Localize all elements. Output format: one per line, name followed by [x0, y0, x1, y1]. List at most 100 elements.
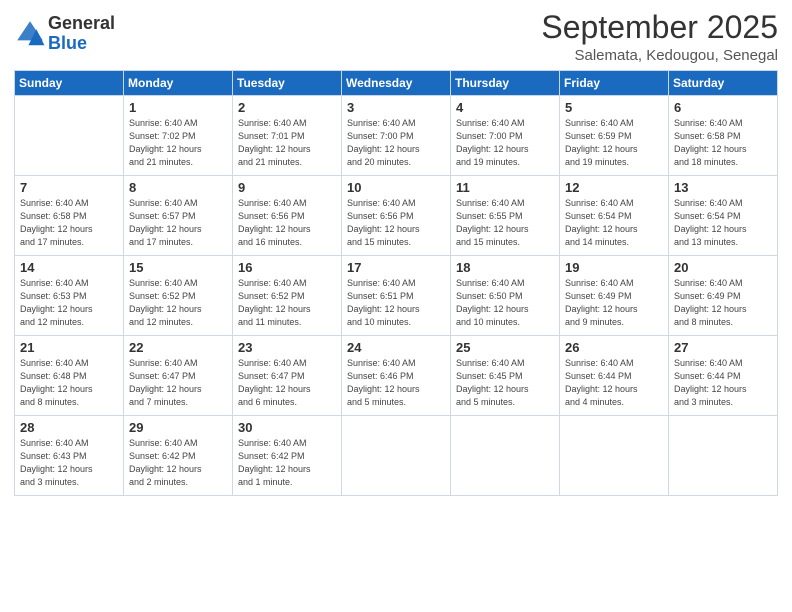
weekday-header-row: Sunday Monday Tuesday Wednesday Thursday…	[15, 71, 778, 96]
logo-text: General Blue	[48, 14, 115, 54]
day-info: Sunrise: 6:40 AM Sunset: 6:52 PM Dayligh…	[129, 277, 227, 329]
table-row: 25 Sunrise: 6:40 AM Sunset: 6:45 PM Dayli…	[451, 336, 560, 416]
table-row: 1Sunrise: 6:40 AM Sunset: 7:02 PM Daylig…	[124, 96, 233, 176]
day-number: 23	[238, 340, 336, 355]
day-info: Sunrise: 6:40 AM Sunset: 6:47 PM Dayligh…	[238, 357, 336, 409]
day-number: 12	[565, 180, 663, 195]
header: General Blue September 2025 Salemata, Ke…	[14, 10, 778, 64]
day-number: 4	[456, 100, 554, 115]
table-row	[669, 416, 778, 496]
day-number: 2	[238, 100, 336, 115]
day-info: Sunrise: 6:40 AM Sunset: 7:02 PM Dayligh…	[129, 117, 227, 169]
calendar-table: Sunday Monday Tuesday Wednesday Thursday…	[14, 70, 778, 496]
day-info: Sunrise: 6:40 AM Sunset: 6:49 PM Dayligh…	[674, 277, 772, 329]
logo: General Blue	[14, 14, 115, 54]
calendar-week-row: 28 Sunrise: 6:40 AM Sunset: 6:43 PM Dayli…	[15, 416, 778, 496]
calendar-week-row: 21 Sunrise: 6:40 AM Sunset: 6:48 PM Dayli…	[15, 336, 778, 416]
calendar-week-row: 7 Sunrise: 6:40 AM Sunset: 6:58 PM Daylig…	[15, 176, 778, 256]
day-info: Sunrise: 6:40 AM Sunset: 6:43 PM Dayligh…	[20, 437, 118, 489]
table-row: 24Sunrise: 6:40 AM Sunset: 6:46 PM Dayli…	[342, 336, 451, 416]
day-info: Sunrise: 6:40 AM Sunset: 6:53 PM Dayligh…	[20, 277, 118, 329]
day-info: Sunrise: 6:40 AM Sunset: 6:49 PM Dayligh…	[565, 277, 663, 329]
table-row	[342, 416, 451, 496]
table-row: 19 Sunrise: 6:40 AM Sunset: 6:49 PM Dayli…	[560, 256, 669, 336]
day-number: 3	[347, 100, 445, 115]
day-info: Sunrise: 6:40 AM Sunset: 6:58 PM Dayligh…	[20, 197, 118, 249]
day-number: 15	[129, 260, 227, 275]
day-number: 29	[129, 420, 227, 435]
day-number: 7	[20, 180, 118, 195]
table-row: 20 Sunrise: 6:40 AM Sunset: 6:49 PM Dayli…	[669, 256, 778, 336]
day-info: Sunrise: 6:40 AM Sunset: 6:56 PM Dayligh…	[238, 197, 336, 249]
table-row	[15, 96, 124, 176]
day-info: Sunrise: 6:40 AM Sunset: 6:45 PM Dayligh…	[456, 357, 554, 409]
day-number: 30	[238, 420, 336, 435]
table-row: 13 Sunrise: 6:40 AM Sunset: 6:54 PM Dayli…	[669, 176, 778, 256]
day-info: Sunrise: 6:40 AM Sunset: 6:48 PM Dayligh…	[20, 357, 118, 409]
table-row: 11 Sunrise: 6:40 AM Sunset: 6:55 PM Dayli…	[451, 176, 560, 256]
day-info: Sunrise: 6:40 AM Sunset: 6:51 PM Dayligh…	[347, 277, 445, 329]
day-info: Sunrise: 6:40 AM Sunset: 6:54 PM Dayligh…	[674, 197, 772, 249]
day-number: 26	[565, 340, 663, 355]
day-number: 5	[565, 100, 663, 115]
day-number: 11	[456, 180, 554, 195]
day-info: Sunrise: 6:40 AM Sunset: 6:58 PM Dayligh…	[674, 117, 772, 169]
table-row: 26 Sunrise: 6:40 AM Sunset: 6:44 PM Dayli…	[560, 336, 669, 416]
day-number: 18	[456, 260, 554, 275]
logo-general: General	[48, 14, 115, 34]
location-title: Salemata, Kedougou, Senegal	[541, 47, 778, 64]
day-number: 28	[20, 420, 118, 435]
table-row: 5 Sunrise: 6:40 AM Sunset: 6:59 PM Daylig…	[560, 96, 669, 176]
day-number: 22	[129, 340, 227, 355]
day-number: 20	[674, 260, 772, 275]
day-info: Sunrise: 6:40 AM Sunset: 6:52 PM Dayligh…	[238, 277, 336, 329]
day-info: Sunrise: 6:40 AM Sunset: 6:44 PM Dayligh…	[565, 357, 663, 409]
day-number: 21	[20, 340, 118, 355]
table-row: 6Sunrise: 6:40 AM Sunset: 6:58 PM Daylig…	[669, 96, 778, 176]
day-number: 17	[347, 260, 445, 275]
header-friday: Friday	[560, 71, 669, 96]
logo-icon	[14, 18, 46, 50]
day-info: Sunrise: 6:40 AM Sunset: 6:47 PM Dayligh…	[129, 357, 227, 409]
table-row: 16 Sunrise: 6:40 AM Sunset: 6:52 PM Dayli…	[233, 256, 342, 336]
table-row: 14 Sunrise: 6:40 AM Sunset: 6:53 PM Dayli…	[15, 256, 124, 336]
day-number: 25	[456, 340, 554, 355]
header-thursday: Thursday	[451, 71, 560, 96]
day-info: Sunrise: 6:40 AM Sunset: 6:59 PM Dayligh…	[565, 117, 663, 169]
logo-blue: Blue	[48, 34, 115, 54]
table-row: 10 Sunrise: 6:40 AM Sunset: 6:56 PM Dayli…	[342, 176, 451, 256]
table-row	[560, 416, 669, 496]
table-row: 12 Sunrise: 6:40 AM Sunset: 6:54 PM Dayli…	[560, 176, 669, 256]
table-row	[451, 416, 560, 496]
title-block: September 2025 Salemata, Kedougou, Seneg…	[541, 10, 778, 64]
day-number: 14	[20, 260, 118, 275]
table-row: 28 Sunrise: 6:40 AM Sunset: 6:43 PM Dayli…	[15, 416, 124, 496]
day-number: 16	[238, 260, 336, 275]
table-row: 3 Sunrise: 6:40 AM Sunset: 7:00 PM Daylig…	[342, 96, 451, 176]
calendar-week-row: 1Sunrise: 6:40 AM Sunset: 7:02 PM Daylig…	[15, 96, 778, 176]
table-row: 18 Sunrise: 6:40 AM Sunset: 6:50 PM Dayli…	[451, 256, 560, 336]
day-number: 9	[238, 180, 336, 195]
day-info: Sunrise: 6:40 AM Sunset: 6:46 PM Dayligh…	[347, 357, 445, 409]
header-monday: Monday	[124, 71, 233, 96]
table-row: 7 Sunrise: 6:40 AM Sunset: 6:58 PM Daylig…	[15, 176, 124, 256]
day-number: 10	[347, 180, 445, 195]
day-info: Sunrise: 6:40 AM Sunset: 7:00 PM Dayligh…	[347, 117, 445, 169]
day-info: Sunrise: 6:40 AM Sunset: 6:44 PM Dayligh…	[674, 357, 772, 409]
day-info: Sunrise: 6:40 AM Sunset: 6:56 PM Dayligh…	[347, 197, 445, 249]
day-info: Sunrise: 6:40 AM Sunset: 6:55 PM Dayligh…	[456, 197, 554, 249]
header-wednesday: Wednesday	[342, 71, 451, 96]
table-row: 23 Sunrise: 6:40 AM Sunset: 6:47 PM Dayli…	[233, 336, 342, 416]
day-info: Sunrise: 6:40 AM Sunset: 6:57 PM Dayligh…	[129, 197, 227, 249]
day-number: 13	[674, 180, 772, 195]
day-info: Sunrise: 6:40 AM Sunset: 6:42 PM Dayligh…	[129, 437, 227, 489]
calendar-page: General Blue September 2025 Salemata, Ke…	[0, 0, 792, 612]
day-number: 19	[565, 260, 663, 275]
table-row: 27Sunrise: 6:40 AM Sunset: 6:44 PM Dayli…	[669, 336, 778, 416]
header-sunday: Sunday	[15, 71, 124, 96]
table-row: 21 Sunrise: 6:40 AM Sunset: 6:48 PM Dayli…	[15, 336, 124, 416]
day-info: Sunrise: 6:40 AM Sunset: 6:42 PM Dayligh…	[238, 437, 336, 489]
day-info: Sunrise: 6:40 AM Sunset: 6:50 PM Dayligh…	[456, 277, 554, 329]
table-row: 22 Sunrise: 6:40 AM Sunset: 6:47 PM Dayli…	[124, 336, 233, 416]
day-info: Sunrise: 6:40 AM Sunset: 6:54 PM Dayligh…	[565, 197, 663, 249]
